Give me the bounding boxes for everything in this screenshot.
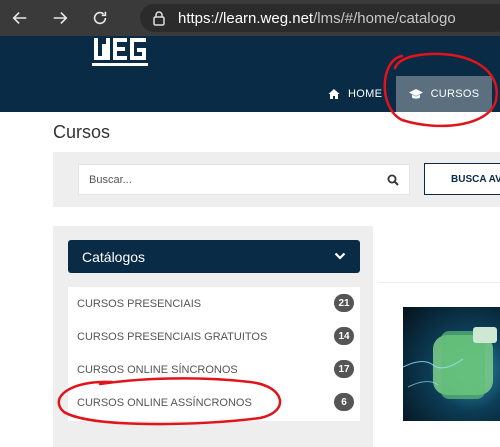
address-bar[interactable]: https://learn.weg.net/lms/#/home/catalog… <box>140 4 500 32</box>
nav-cursos[interactable]: CURSOS <box>396 76 492 112</box>
catalog-item-label: CURSOS PRESENCIAIS <box>77 297 202 310</box>
catalog-list: CURSOS PRESENCIAIS 21 CURSOS PRESENCIAIS… <box>68 287 360 421</box>
forward-button[interactable] <box>40 0 80 36</box>
search-input[interactable]: Buscar... <box>78 164 410 195</box>
arrow-right-icon <box>53 12 68 24</box>
catalog-header[interactable]: Catálogos <box>68 240 360 273</box>
catalog-item[interactable]: CURSOS ONLINE SÍNCRONOS 17 <box>68 353 360 386</box>
lock-icon <box>153 11 165 26</box>
count-badge: 21 <box>334 294 354 312</box>
catalog-item-label: CURSOS PRESENCIAIS GRATUITOS <box>77 330 268 343</box>
motor-illustration <box>403 327 497 399</box>
site-header: HOME CURSOS <box>0 36 500 112</box>
nav-home[interactable]: HOME <box>328 76 382 112</box>
catalog-item[interactable]: CURSOS PRESENCIAIS 21 <box>68 287 360 320</box>
page-title: Cursos <box>53 122 111 142</box>
catalog-item[interactable]: CURSOS PRESENCIAIS GRATUITOS 14 <box>68 320 360 353</box>
arrow-left-icon <box>12 12 27 24</box>
url-host: https://learn.weg.net <box>178 9 314 27</box>
catalog-item[interactable]: CURSOS ONLINE ASSÍNCRONOS 6 <box>68 386 360 419</box>
divider <box>378 282 500 283</box>
browser-toolbar: https://learn.weg.net/lms/#/home/catalog… <box>0 0 500 36</box>
weg-logo[interactable] <box>92 36 148 68</box>
catalog-item-label: CURSOS ONLINE SÍNCRONOS <box>77 363 238 376</box>
back-button[interactable] <box>0 0 40 36</box>
search-placeholder: Buscar... <box>89 173 132 186</box>
count-badge: 14 <box>334 327 354 345</box>
graduation-cap-icon <box>408 89 423 99</box>
home-icon <box>328 89 340 99</box>
reload-button[interactable] <box>80 0 120 36</box>
count-badge: 6 <box>334 393 354 411</box>
nav-home-label: HOME <box>348 88 383 100</box>
url-path: /lms/#/home/catalogo <box>313 9 456 27</box>
catalog-header-label: Catálogos <box>82 248 146 265</box>
catalog-item-label: CURSOS ONLINE ASSÍNCRONOS <box>77 396 252 409</box>
count-badge: 17 <box>334 360 354 378</box>
course-banner-image[interactable] <box>403 307 500 421</box>
chevron-down-icon <box>334 252 346 260</box>
advanced-search-button[interactable]: BUSCA AVANÇADA <box>424 163 500 195</box>
nav-cursos-label: CURSOS <box>430 88 480 100</box>
search-icon[interactable] <box>387 174 399 186</box>
reload-icon <box>93 11 107 25</box>
